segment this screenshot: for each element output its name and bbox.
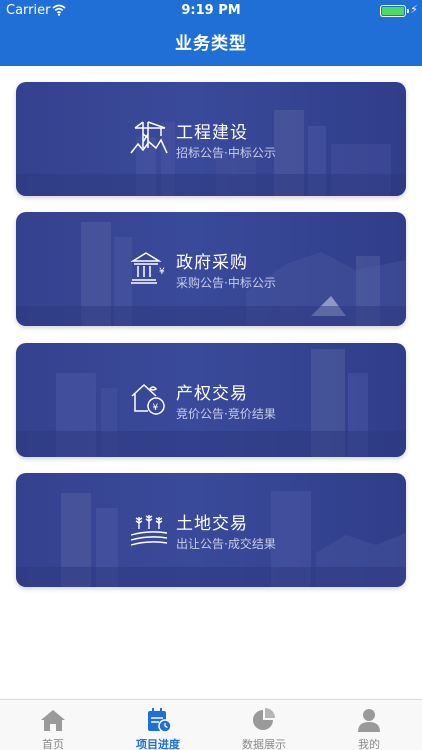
svg-text:¥: ¥ — [159, 267, 165, 277]
status-bar: Carrier 9:19 PM ⚡ — [0, 0, 422, 22]
card-title: 政府采购 — [176, 253, 248, 273]
page-title: 业务类型 — [175, 34, 247, 54]
construction-crane-icon — [130, 121, 168, 154]
tab-data-display[interactable]: 数据展示 — [211, 700, 317, 750]
card-title: 产权交易 — [176, 384, 248, 404]
tab-home[interactable]: 首页 — [0, 700, 106, 750]
clock: 9:19 PM — [181, 3, 241, 18]
card-title: 工程建设 — [176, 123, 248, 143]
battery-icon — [380, 5, 406, 17]
tab-label: 我的 — [358, 738, 380, 750]
home-icon — [41, 710, 65, 731]
card-subtitle: 竞价公告·竞价结果 — [176, 407, 276, 421]
battery-tip — [407, 9, 409, 13]
tab-profile[interactable]: 我的 — [316, 700, 422, 750]
card-subtitle: 采购公告·中标公示 — [176, 276, 276, 290]
charging-bolt-icon: ⚡ — [410, 3, 418, 16]
tab-label: 数据展示 — [242, 738, 286, 750]
tab-project-progress[interactable]: 项目进度 — [105, 700, 211, 750]
government-building-icon: ¥ — [130, 252, 165, 284]
tab-label: 项目进度 — [136, 738, 180, 750]
card-procurement[interactable]: ¥ 政府采购 采购公告·中标公示 — [16, 212, 406, 326]
house-money-icon: ¥ — [131, 383, 165, 415]
card-title: 土地交易 — [176, 514, 248, 534]
calendar-clock-icon — [148, 708, 172, 733]
svg-text:¥: ¥ — [153, 403, 159, 413]
tab-bar: 首页 项目进度 数据展示 我的 — [0, 699, 422, 750]
card-construction[interactable]: 工程建设 招标公告·中标公示 — [16, 82, 406, 196]
tab-label: 首页 — [42, 738, 64, 750]
farmland-icon — [130, 515, 168, 546]
card-land-transaction[interactable]: 土地交易 出让公告·成交结果 — [16, 473, 406, 587]
card-property-rights[interactable]: ¥ 产权交易 竞价公告·竞价结果 — [16, 343, 406, 457]
pie-chart-icon — [253, 708, 275, 730]
user-icon — [358, 709, 380, 732]
card-subtitle: 出让公告·成交结果 — [176, 537, 276, 551]
card-subtitle: 招标公告·中标公示 — [176, 146, 276, 160]
navigation-bar: 业务类型 — [0, 22, 422, 66]
